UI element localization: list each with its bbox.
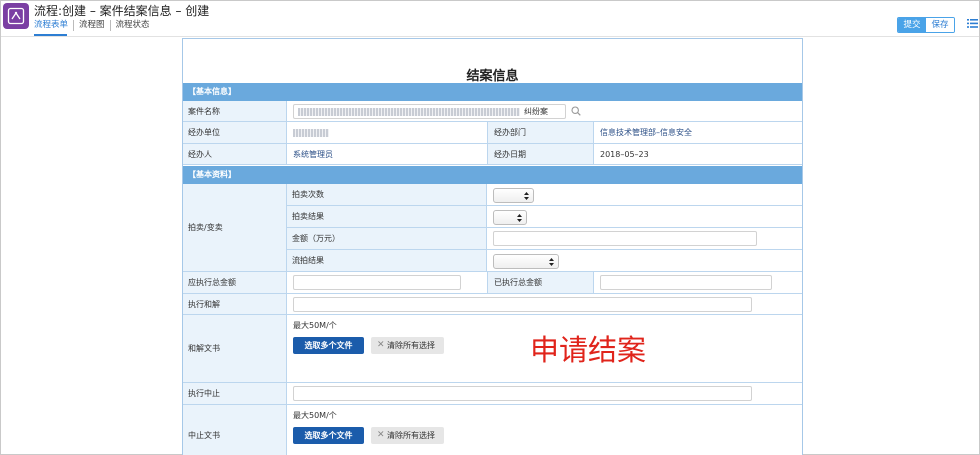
clear-selection-button[interactable]: ✕ 清除所有选择 [371, 427, 444, 444]
row-failed-auction: 流拍结果 [287, 250, 802, 272]
tab-flow-status[interactable]: 流程状态 [111, 20, 155, 31]
choose-files-button[interactable]: 选取多个文件 [293, 427, 364, 444]
row-auction-count: 拍卖次数 [287, 184, 802, 206]
date-value: 2018–05–23 [594, 144, 802, 164]
dept-label: 经办部门 [487, 122, 594, 143]
amount-label: 金额（万元） [287, 228, 487, 249]
save-button[interactable]: 保存 [926, 18, 954, 32]
auction-result-label: 拍卖结果 [287, 206, 487, 227]
row-amount: 金额（万元） [287, 228, 802, 250]
form-title: 结案信息 [466, 69, 519, 84]
case-name-value: 纠纷案 [524, 107, 548, 116]
failed-auction-label: 流拍结果 [287, 250, 487, 271]
clear-selection-button[interactable]: ✕ 清除所有选择 [371, 337, 444, 354]
handler-value: 系统管理员 [287, 144, 487, 164]
close-icon: ✕ [377, 340, 385, 350]
auction-result-select[interactable] [493, 210, 527, 225]
suspend-label: 执行中止 [183, 383, 287, 404]
tab-bar: 流程表单 流程图 流程状态 [34, 20, 155, 31]
row-settlement: 执行和解 [183, 294, 802, 315]
case-name-label: 案件名称 [183, 101, 287, 121]
row-suspend: 执行中止 [183, 383, 802, 405]
auction-count-cell [487, 184, 802, 205]
clear-selection-label: 清除所有选择 [387, 431, 435, 440]
amount-input[interactable] [493, 231, 757, 246]
auction-count-select[interactable] [493, 188, 534, 203]
action-button-group: 提交 保存 [897, 17, 955, 33]
header-divider [1, 36, 979, 37]
total-done-input[interactable] [600, 275, 772, 290]
failed-auction-cell [487, 250, 802, 271]
submit-button[interactable]: 提交 [898, 18, 926, 32]
row-auction-result: 拍卖结果 [287, 206, 802, 228]
auction-result-cell [487, 206, 802, 227]
case-closing-form: 结案信息 【基本信息】 案件名称 纠纷案 经办单位 经办部门 信息技术管理部–信… [182, 38, 803, 455]
overlay-annotation: 申请结案 [530, 333, 647, 367]
case-name-input[interactable]: 纠纷案 [293, 104, 566, 119]
suspend-doc-cell: 最大50M/个 选取多个文件 ✕ 清除所有选择 [287, 405, 802, 455]
tab-flow-form[interactable]: 流程表单 [34, 20, 75, 31]
search-icon[interactable] [571, 106, 581, 116]
settlement-input[interactable] [293, 297, 752, 312]
close-icon: ✕ [377, 430, 385, 440]
unit-value [287, 122, 487, 143]
app-flow-icon [3, 3, 29, 29]
select-arrows-icon [549, 258, 554, 266]
clear-selection-label: 清除所有选择 [387, 341, 435, 350]
failed-auction-select[interactable] [493, 254, 559, 269]
row-settlement-doc: 和解文书 最大50M/个 选取多个文件 ✕ 清除所有选择 [183, 315, 802, 383]
total-done-cell [594, 272, 802, 293]
page-title: 流程:创建 – 案件结案信息 – 创建 [34, 4, 210, 18]
row-total-amounts: 应执行总金额 已执行总金额 [183, 272, 802, 294]
row-handler-date: 经办人 系统管理员 经办日期 2018–05–23 [183, 144, 802, 165]
redacted-unit [293, 128, 329, 137]
total-done-label: 已执行总金额 [487, 272, 594, 293]
section-basic-data: 【基本资料】 [183, 166, 802, 184]
choose-files-button[interactable]: 选取多个文件 [293, 337, 364, 354]
settlement-label: 执行和解 [183, 294, 287, 314]
row-unit-dept: 经办单位 经办部门 信息技术管理部–信息安全 [183, 122, 802, 144]
max-size-note: 最大50M/个 [293, 321, 337, 330]
section-basic-info: 【基本信息】 [183, 83, 802, 101]
settlement-doc-label: 和解文书 [183, 315, 287, 382]
settlement-cell [287, 294, 802, 314]
list-icon[interactable] [967, 19, 978, 30]
row-suspend-doc: 中止文书 最大50M/个 选取多个文件 ✕ 清除所有选择 [183, 405, 802, 455]
amount-cell [487, 228, 802, 249]
total-due-label: 应执行总金额 [183, 272, 287, 293]
row-case-name: 案件名称 纠纷案 [183, 101, 802, 122]
total-due-input[interactable] [293, 275, 461, 290]
case-name-cell: 纠纷案 [287, 101, 802, 121]
unit-label: 经办单位 [183, 122, 287, 143]
suspend-doc-label: 中止文书 [183, 405, 287, 455]
tab-flow-chart[interactable]: 流程图 [74, 20, 111, 31]
handler-label: 经办人 [183, 144, 287, 164]
select-arrows-icon [524, 192, 529, 200]
max-size-note: 最大50M/个 [293, 411, 337, 420]
total-due-cell [287, 272, 487, 293]
redacted-text [298, 108, 520, 116]
date-label: 经办日期 [487, 144, 594, 164]
dept-value: 信息技术管理部–信息安全 [594, 122, 802, 143]
auction-count-label: 拍卖次数 [287, 184, 487, 205]
suspend-input[interactable] [293, 386, 752, 401]
select-arrows-icon [517, 214, 522, 222]
auction-label: 拍卖/变卖 [183, 184, 287, 272]
suspend-cell [287, 383, 802, 404]
